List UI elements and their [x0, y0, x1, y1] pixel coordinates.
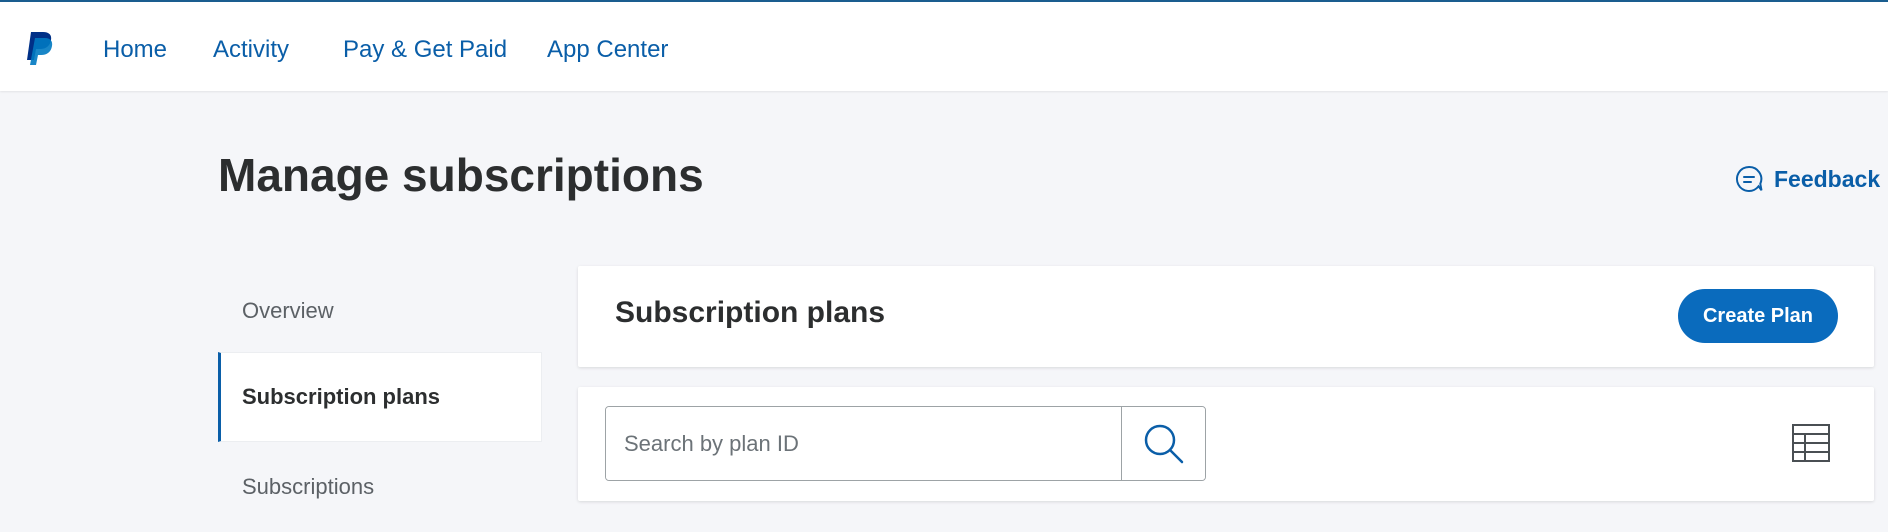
section-title: Subscription plans — [615, 296, 886, 329]
nav-home-link[interactable]: Home — [103, 36, 167, 64]
sidebar-item-label: Subscription plans — [242, 384, 441, 409]
top-navigation-bar: Home Activity Pay & Get Paid App Center — [0, 0, 1888, 91]
search-box — [605, 406, 1206, 481]
feedback-link[interactable]: Feedback — [1734, 164, 1880, 194]
search-input[interactable] — [606, 407, 1121, 480]
subscription-plans-header-card: Subscription plans Create Plan — [578, 266, 1874, 367]
nav-app-center-link[interactable]: App Center — [547, 36, 668, 64]
plan-search-card — [578, 387, 1874, 501]
sidebar-item-label: Overview — [242, 298, 334, 323]
feedback-label: Feedback — [1774, 165, 1881, 192]
nav-pay-get-paid-link[interactable]: Pay & Get Paid — [343, 36, 507, 64]
search-icon — [1144, 424, 1183, 463]
sidebar-item-subscriptions[interactable]: Subscriptions — [218, 442, 542, 532]
table-grid-icon[interactable] — [1791, 423, 1831, 463]
sidebar-item-label: Subscriptions — [242, 474, 375, 499]
nav-activity-link[interactable]: Activity — [213, 36, 289, 64]
page-title: Manage subscriptions — [218, 149, 704, 201]
chat-bubble-icon — [1736, 165, 1763, 192]
sidebar-item-subscription-plans[interactable]: Subscription plans — [218, 352, 542, 442]
search-button[interactable] — [1121, 407, 1205, 480]
sidebar-item-overview[interactable]: Overview — [218, 266, 542, 356]
paypal-logo-icon[interactable] — [24, 30, 56, 66]
create-plan-button[interactable]: Create Plan — [1678, 289, 1838, 343]
